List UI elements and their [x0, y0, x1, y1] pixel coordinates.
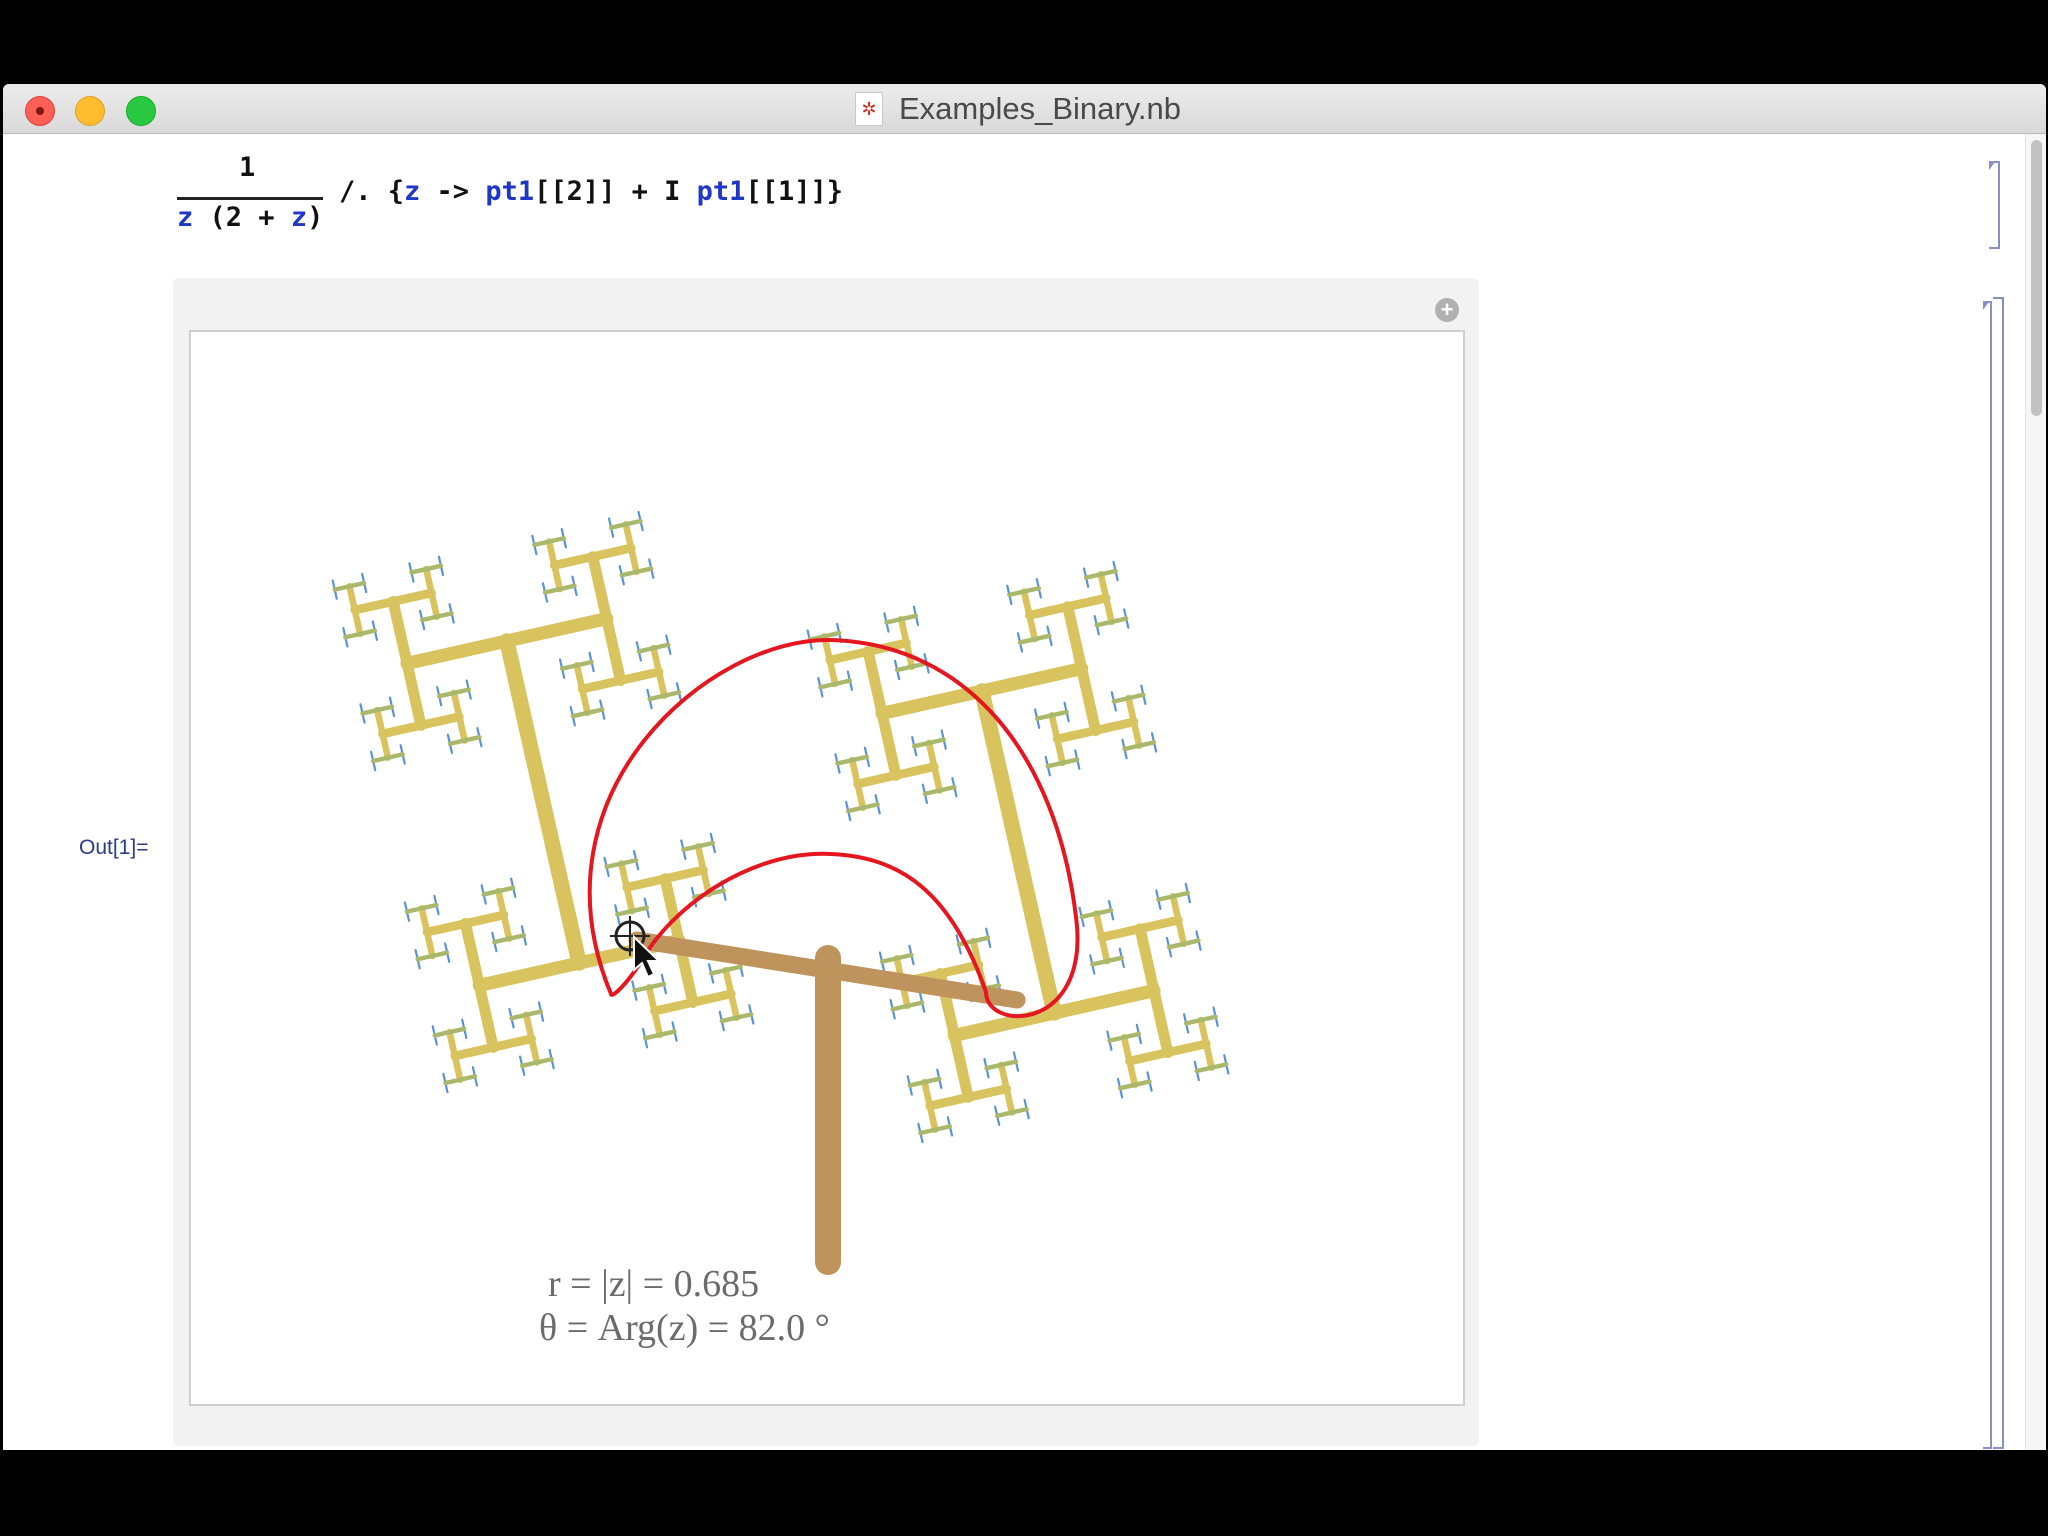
- graphics-frame[interactable]: r = |z| = 0.685 θ = Arg(z) = 82.0 °: [189, 330, 1465, 1406]
- replace-op: /. {: [339, 176, 405, 207]
- idx-a: [[2]]: [534, 176, 616, 207]
- title-bar[interactable]: ✲ Examples_Binary.nb: [3, 84, 2046, 134]
- fractal-leaves: [331, 510, 1230, 1144]
- notebook-window: ✲ Examples_Binary.nb 1 z (2 + z) /. {z -…: [3, 84, 2046, 1450]
- pt-a: pt1: [485, 176, 535, 207]
- replace-rule: /. {z -> pt1[[2]] + I pt1[[1]]}: [339, 176, 843, 207]
- add-icon[interactable]: +: [1435, 298, 1459, 322]
- den-close: ): [307, 202, 324, 233]
- idx-b: [[1]]}: [745, 176, 843, 207]
- zoom-button[interactable]: [126, 96, 156, 126]
- den-open: (: [193, 202, 226, 233]
- den-z2: z: [290, 202, 308, 233]
- rule-arrow: ->: [420, 176, 486, 207]
- vertical-scrollbar[interactable]: [2025, 134, 2046, 1450]
- output-panel: + r = |z| = 0.685 θ = Arg(z) = 82.0 °: [173, 278, 1479, 1446]
- den-z: z: [177, 202, 194, 233]
- notebook-content[interactable]: 1 z (2 + z) /. {z -> pt1[[2]] + I pt1[[1…: [3, 134, 2046, 1450]
- fractal-graphic[interactable]: [191, 332, 1463, 1404]
- numerator: 1: [239, 152, 256, 183]
- fraction-bar: [177, 197, 323, 200]
- output-label: Out[1]=: [79, 836, 149, 859]
- scrollbar-thumb[interactable]: [2031, 140, 2042, 416]
- den-two: 2: [225, 202, 243, 233]
- pt-b: pt1: [696, 176, 746, 207]
- radius-readout: r = |z| = 0.685: [548, 1263, 760, 1305]
- denominator: z (2 + z): [177, 202, 323, 233]
- cell-brackets[interactable]: [1983, 158, 2007, 1450]
- den-plus: +: [242, 202, 291, 233]
- window-title: Examples_Binary.nb: [899, 91, 1182, 126]
- minimize-button[interactable]: [75, 96, 105, 126]
- angle-readout: θ = Arg(z) = 82.0 °: [539, 1307, 830, 1349]
- close-button[interactable]: [25, 96, 55, 126]
- fractal-segment: [974, 683, 1062, 1021]
- rule-z: z: [404, 176, 421, 207]
- notebook-file-icon: ✲: [855, 92, 883, 126]
- fractal-branches: [332, 518, 1229, 1136]
- fractal-segment: [499, 633, 587, 971]
- plus-i: + I: [615, 176, 697, 207]
